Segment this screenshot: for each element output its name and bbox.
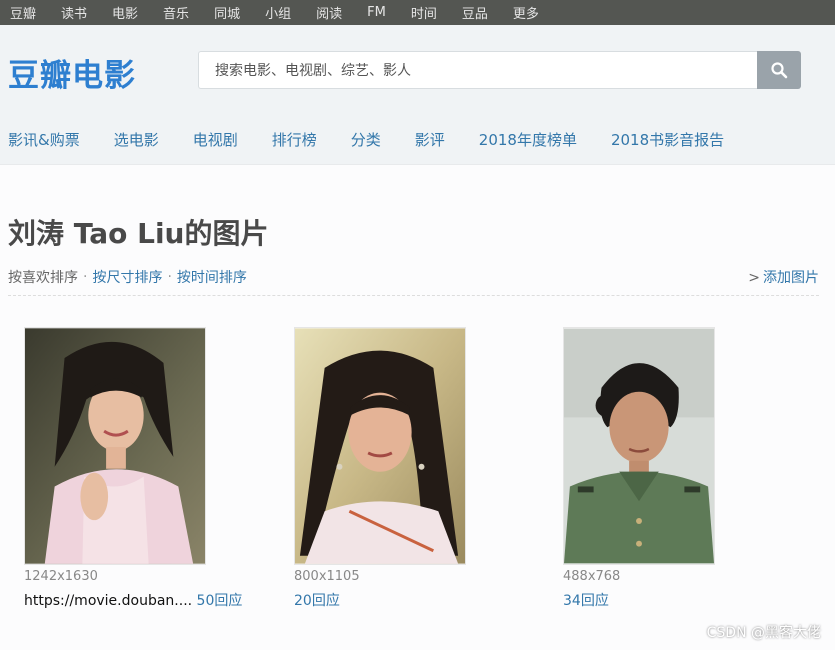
global-nav-music[interactable]: 音乐 (163, 3, 189, 22)
sort-by-likes: 按喜欢排序 (8, 270, 78, 286)
photo-dimensions: 1242x1630 (24, 569, 98, 584)
movie-nav-tags[interactable]: 分类 (351, 129, 381, 150)
sort-bar: 按喜欢排序 · 按尺寸排序 · 按时间排序 > 添加图片 (8, 267, 819, 287)
photo-card: 1242x1630 https://movie.douban.... 50回应 (24, 327, 242, 610)
sort-by-size-link[interactable]: 按尺寸排序 (92, 267, 162, 287)
movie-nav-review[interactable]: 影评 (415, 129, 445, 150)
photo-dimensions: 488x768 (563, 569, 621, 584)
global-nav-more[interactable]: 更多 (513, 3, 539, 22)
photo-reply-count[interactable]: 34回应 (563, 593, 609, 609)
sort-separator: · (167, 269, 172, 285)
movie-nav-tickets[interactable]: 影讯&购票 (8, 129, 80, 150)
photo-source-link[interactable]: https://movie.douban.... (24, 593, 192, 609)
add-photo-label: 添加图片 (763, 270, 819, 286)
sort-by-time-link[interactable]: 按时间排序 (177, 267, 247, 287)
photo-meta: 20回应 (294, 590, 466, 610)
global-nav-local[interactable]: 同城 (214, 3, 240, 22)
site-header: 豆瓣电影 搜索电影、电视剧、综艺、影人 (0, 25, 835, 115)
search-button[interactable] (757, 51, 801, 89)
main-content: 刘涛 Tao Liu的图片 按喜欢排序 · 按尺寸排序 · 按时间排序 > 添加图… (0, 165, 835, 650)
photo-thumbnail-1[interactable] (24, 327, 206, 565)
photo-meta: https://movie.douban.... 50回应 (24, 590, 242, 610)
divider (8, 295, 819, 296)
global-nav-movie[interactable]: 电影 (112, 3, 138, 22)
global-nav: 豆瓣 读书 电影 音乐 同城 小组 阅读 FM 时间 豆品 更多 (0, 0, 835, 25)
global-nav-time[interactable]: 时间 (411, 3, 437, 22)
search-form: 搜索电影、电视剧、综艺、影人 (198, 51, 801, 89)
movie-nav-report[interactable]: 2018书影音报告 (611, 129, 724, 150)
global-nav-books[interactable]: 读书 (61, 3, 87, 22)
page-title: 刘涛 Tao Liu的图片 (8, 217, 269, 250)
photo-reply-count[interactable]: 50回应 (197, 593, 243, 609)
movie-nav-explore[interactable]: 选电影 (114, 129, 159, 150)
photo-meta: 34回应 (563, 590, 715, 610)
photo-dimensions: 800x1105 (294, 569, 360, 584)
photo-card: 488x768 34回应 (563, 327, 715, 610)
watermark: CSDN @黑客大佬 (706, 625, 821, 641)
global-nav-fm[interactable]: FM (367, 5, 386, 20)
movie-nav-tv[interactable]: 电视剧 (193, 129, 238, 150)
photo-thumbnail-3[interactable] (563, 327, 715, 565)
search-input[interactable]: 搜索电影、电视剧、综艺、影人 (198, 51, 757, 89)
chevron-right-icon: > (748, 270, 760, 286)
photo-card: 800x1105 20回应 (294, 327, 466, 610)
movie-nav-chart[interactable]: 排行榜 (272, 129, 317, 150)
add-photo-link[interactable]: > 添加图片 (748, 267, 819, 287)
movie-nav-annual[interactable]: 2018年度榜单 (479, 129, 577, 150)
search-icon (771, 62, 788, 79)
site-logo[interactable]: 豆瓣电影 (8, 50, 136, 95)
movie-nav: 影讯&购票 选电影 电视剧 排行榜 分类 影评 2018年度榜单 2018书影音… (0, 115, 835, 165)
global-nav-read[interactable]: 阅读 (316, 3, 342, 22)
global-nav-group[interactable]: 小组 (265, 3, 291, 22)
photo-thumbnail-2[interactable] (294, 327, 466, 565)
global-nav-douban[interactable]: 豆瓣 (10, 3, 36, 22)
photo-reply-count[interactable]: 20回应 (294, 593, 340, 609)
global-nav-market[interactable]: 豆品 (462, 3, 488, 22)
sort-separator: · (83, 269, 88, 285)
